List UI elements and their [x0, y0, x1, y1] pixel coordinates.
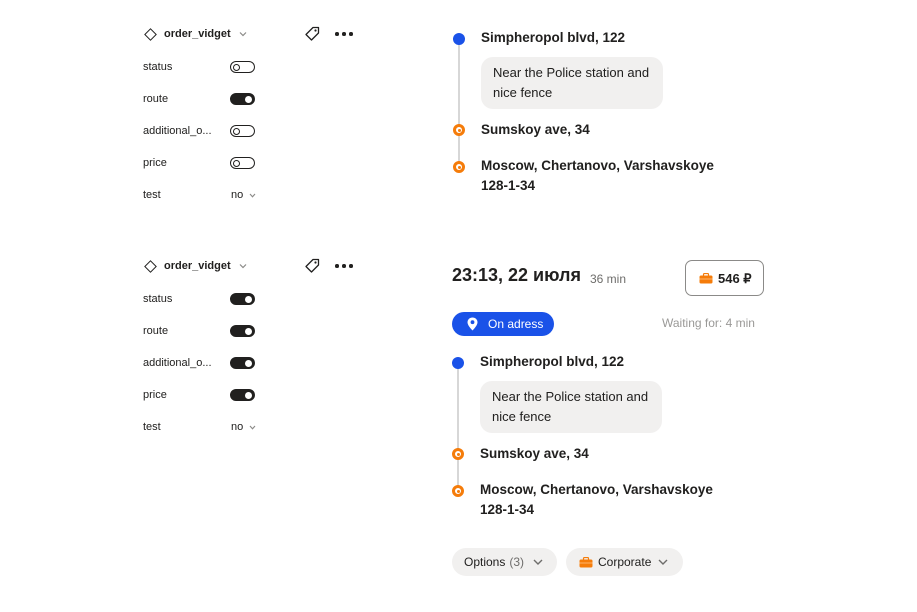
route-address[interactable]: Sumskoy ave, 34 — [480, 444, 589, 464]
briefcase-icon — [579, 557, 593, 568]
route-point-end — [453, 161, 465, 173]
prop-row-status: status — [143, 58, 365, 78]
status-toggle[interactable] — [230, 293, 255, 305]
route-address-line2: 128-1-34 — [481, 178, 536, 193]
prop-label: route — [143, 325, 169, 337]
prop-label: route — [143, 93, 169, 105]
route-point-start — [453, 33, 465, 45]
additional-options-toggle[interactable] — [230, 357, 255, 369]
route-address-line2: 128-1-34 — [480, 502, 535, 517]
location-pin-icon — [467, 317, 478, 331]
component-header: order_vidget — [143, 26, 365, 46]
component-name[interactable]: order_vidget — [164, 260, 231, 272]
price-button[interactable]: 546 ₽ — [685, 260, 764, 296]
test-select[interactable]: no — [231, 421, 243, 433]
prop-row-test: test no — [143, 418, 365, 438]
prop-label: additional_o... — [143, 125, 212, 137]
waiting-time: Waiting for: 4 min — [662, 316, 755, 330]
options-chip[interactable]: Options (3) — [452, 548, 557, 576]
prop-label: additional_o... — [143, 357, 212, 369]
chevron-down-icon[interactable] — [249, 193, 256, 198]
prop-label: test — [143, 189, 161, 201]
additional-options-toggle[interactable] — [230, 125, 255, 137]
options-label: Options (3) — [464, 555, 525, 569]
prop-row-route: route — [143, 322, 365, 342]
status-label: On adress — [488, 317, 544, 331]
route-address[interactable]: Moscow, Chertanovo, Varshavskoye — [480, 480, 713, 500]
route-address[interactable]: Simpheropol blvd, 122 — [481, 28, 625, 48]
diamond-icon — [144, 260, 157, 273]
route-address[interactable]: Simpheropol blvd, 122 — [480, 352, 624, 372]
route-toggle[interactable] — [230, 93, 255, 105]
prop-label: test — [143, 421, 161, 433]
route-point-stop — [453, 124, 465, 136]
component-name[interactable]: order_vidget — [164, 28, 231, 40]
order-time: 23:13, 22 июля — [452, 265, 581, 285]
prop-row-test: test no — [143, 186, 365, 206]
chevron-down-icon — [533, 559, 543, 565]
comment-line: Near the Police station and — [492, 389, 649, 404]
chevron-down-icon — [658, 559, 668, 565]
prop-row-status: status — [143, 290, 365, 310]
tag-icon[interactable] — [304, 26, 320, 42]
status-toggle[interactable] — [230, 61, 255, 73]
price-toggle[interactable] — [230, 389, 255, 401]
prop-label: price — [143, 389, 167, 401]
route-point-stop — [452, 448, 464, 460]
route-line — [457, 368, 459, 490]
route-point-start — [452, 357, 464, 369]
route-address[interactable]: Sumskoy ave, 34 — [481, 120, 590, 140]
route-line — [458, 44, 460, 166]
prop-row-price: price — [143, 386, 365, 406]
chevron-down-icon[interactable] — [249, 425, 256, 430]
options-count: (3) — [509, 555, 525, 569]
prop-row-additional-options: additional_o... — [143, 122, 365, 142]
test-select[interactable]: no — [231, 189, 243, 201]
more-dots-icon[interactable] — [335, 32, 353, 36]
route-toggle[interactable] — [230, 325, 255, 337]
prop-label: price — [143, 157, 167, 169]
briefcase-icon — [699, 273, 713, 284]
tariff-label: Corporate — [598, 555, 652, 569]
prop-label: status — [143, 61, 173, 73]
tariff-chip[interactable]: Corporate — [566, 548, 683, 576]
more-dots-icon[interactable] — [335, 264, 353, 268]
route-address[interactable]: Moscow, Chertanovo, Varshavskoye — [481, 156, 714, 176]
chevron-down-icon[interactable] — [239, 263, 247, 269]
price-value: 546 ₽ — [718, 271, 752, 286]
diamond-icon — [144, 28, 157, 41]
order-duration: 36 min — [590, 272, 627, 286]
comment-line: nice fence — [493, 85, 553, 100]
prop-label: status — [143, 293, 173, 305]
tag-icon[interactable] — [304, 258, 320, 274]
prop-row-additional-options: additional_o... — [143, 354, 365, 374]
prop-row-route: route — [143, 90, 365, 110]
status-badge[interactable]: On adress — [452, 312, 554, 336]
price-toggle[interactable] — [230, 157, 255, 169]
prop-row-price: price — [143, 154, 365, 174]
comment-line: Near the Police station and — [493, 65, 650, 80]
route-comment: Near the Police station and nice fence — [480, 381, 662, 433]
comment-line: nice fence — [492, 409, 552, 424]
route-point-end — [452, 485, 464, 497]
component-header: order_vidget — [143, 258, 365, 278]
chevron-down-icon[interactable] — [239, 31, 247, 37]
route-comment: Near the Police station and nice fence — [481, 57, 663, 109]
